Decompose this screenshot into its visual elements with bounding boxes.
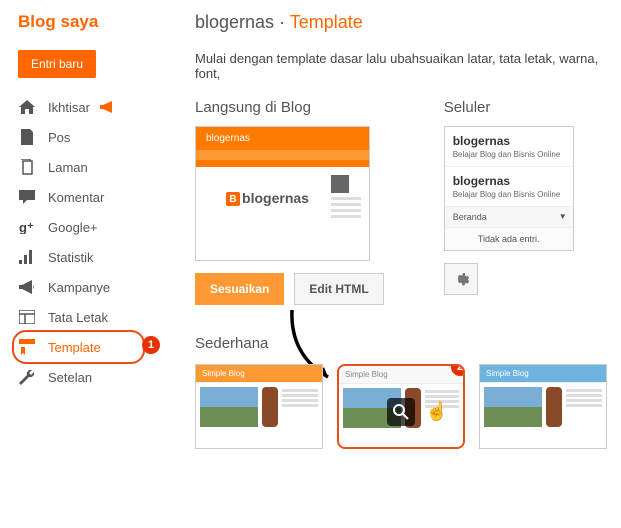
sidebar-item-posts[interactable]: Pos — [18, 122, 175, 152]
pages-icon — [18, 159, 36, 175]
template-thumb-1[interactable]: Simple Blog — [195, 364, 323, 449]
sidebar-item-label: Tata Letak — [48, 310, 108, 325]
template-thumb-2[interactable]: 2 Simple Blog ☝ — [337, 364, 465, 449]
annotation-step-1: 1 — [142, 336, 160, 354]
mobile-sub: Belajar Blog dan Bisnis Online — [453, 150, 565, 159]
highlight-outline — [12, 330, 145, 364]
sidebar-item-label: Pos — [48, 130, 70, 145]
megaphone-icon — [18, 279, 36, 295]
sidebar-item-label: Statistik — [48, 250, 94, 265]
comment-icon — [18, 189, 36, 205]
sidebar-item-label: Google+ — [48, 220, 98, 235]
cursor-icon: ☝ — [426, 401, 448, 422]
document-icon — [18, 129, 36, 145]
preview-blog-title: blogernas — [196, 127, 369, 146]
sidebar-item-label: Ikhtisar — [48, 100, 90, 115]
thumb-title: Simple Blog — [196, 365, 322, 383]
sidebar-item-overview[interactable]: Ikhtisar — [18, 92, 175, 122]
sidebar-item-googleplus[interactable]: g⁺ Google+ — [18, 212, 175, 242]
wrench-icon — [18, 369, 36, 385]
preview-header: blogernas — [196, 127, 369, 167]
stats-icon — [18, 249, 36, 265]
live-heading: Langsung di Blog — [195, 99, 384, 116]
breadcrumb-sep: · — [274, 12, 290, 32]
desktop-preview[interactable]: blogernas Bblogernas — [195, 126, 370, 261]
edit-html-button[interactable]: Edit HTML — [294, 273, 383, 305]
live-on-blog-section: Langsung di Blog blogernas Bblogernas — [195, 99, 384, 305]
main-content: blogernas · Template Mulai dengan templa… — [175, 0, 621, 449]
customize-button[interactable]: Sesuaikan — [195, 273, 284, 305]
layout-icon — [18, 309, 36, 325]
breadcrumb: blogernas · Template — [195, 12, 621, 33]
mobile-settings-button[interactable] — [444, 263, 478, 295]
thumb-title: Simple Blog — [339, 366, 463, 384]
sidebar: Blog saya Entri baru Ikhtisar Pos Laman … — [0, 0, 175, 449]
magnify-icon — [393, 404, 409, 420]
breadcrumb-blog[interactable]: blogernas — [195, 12, 274, 32]
magnify-overlay[interactable] — [387, 398, 415, 426]
sidebar-item-label: Setelan — [48, 370, 92, 385]
sidebar-item-layout[interactable]: Tata Letak — [18, 302, 175, 332]
mobile-title: blogernas — [453, 174, 565, 188]
sidebar-item-label: Kampanye — [48, 280, 110, 295]
megaphone-icon — [100, 101, 116, 113]
mobile-sub: Belajar Blog dan Bisnis Online — [453, 190, 565, 199]
sidebar-item-label: Laman — [48, 160, 88, 175]
blog-title: Blog saya — [18, 12, 175, 32]
mobile-section: Seluler blogernas Belajar Blog dan Bisni… — [444, 99, 574, 305]
breadcrumb-current: Template — [290, 12, 363, 32]
home-icon — [18, 99, 36, 115]
thumb-title: Simple Blog — [480, 365, 606, 383]
sidebar-item-settings[interactable]: Setelan — [18, 362, 175, 392]
mobile-selector: Beranda — [445, 207, 573, 228]
preview-logo: Bblogernas — [226, 190, 309, 206]
sidebar-item-campaign[interactable]: Kampanye — [18, 272, 175, 302]
sidebar-item-comments[interactable]: Komentar — [18, 182, 175, 212]
template-thumb-3[interactable]: Simple Blog — [479, 364, 607, 449]
simple-heading: Sederhana — [195, 335, 621, 352]
sidebar-item-stats[interactable]: Statistik — [18, 242, 175, 272]
sidebar-item-label: Komentar — [48, 190, 104, 205]
googleplus-icon: g⁺ — [18, 219, 36, 235]
sidebar-item-pages[interactable]: Laman — [18, 152, 175, 182]
mobile-empty: Tidak ada entri. — [445, 228, 573, 250]
new-entry-button[interactable]: Entri baru — [18, 50, 96, 78]
mobile-heading: Seluler — [444, 99, 574, 116]
mobile-preview[interactable]: blogernas Belajar Blog dan Bisnis Online… — [444, 126, 574, 251]
mobile-title: blogernas — [453, 134, 565, 148]
page-description: Mulai dengan template dasar lalu ubahsua… — [195, 51, 621, 81]
simple-templates-section: Sederhana Simple Blog 2 Simple Blog ☝ Si… — [195, 335, 621, 449]
svg-text:g⁺: g⁺ — [19, 220, 34, 234]
gear-icon — [453, 271, 469, 287]
sidebar-item-template[interactable]: Template 1 — [18, 332, 175, 362]
